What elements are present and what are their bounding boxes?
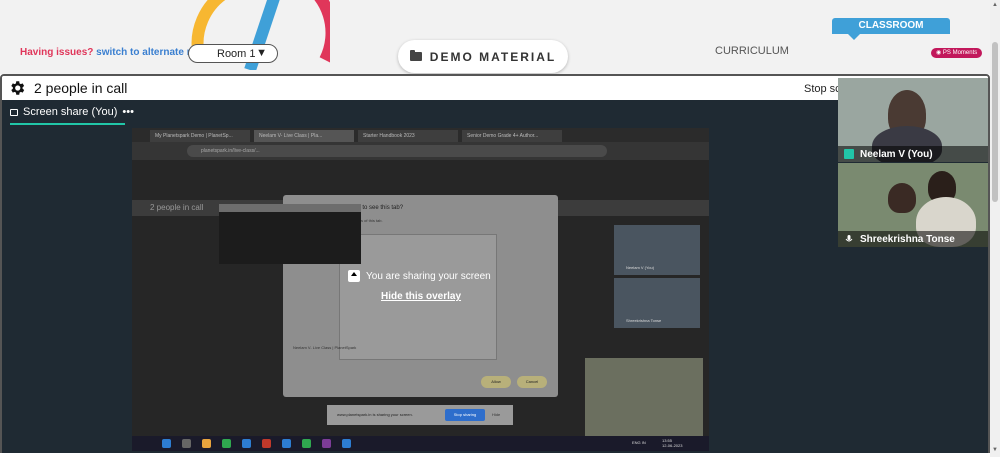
participant-video bbox=[888, 183, 916, 213]
room-select-value: Room 1 bbox=[217, 47, 256, 60]
teams-icon bbox=[322, 439, 331, 448]
issues-text: Having issues? bbox=[20, 47, 94, 58]
hide-overlay-link[interactable]: Hide this overlay bbox=[381, 291, 461, 302]
browser-tab: Neelam V- Live Class | Pla... bbox=[254, 130, 354, 142]
demo-material-label: DEMO MATERIAL bbox=[429, 49, 557, 64]
inner-webcam-preview bbox=[585, 358, 703, 436]
word-icon bbox=[282, 439, 291, 448]
camera-icon: ◉ bbox=[936, 50, 942, 56]
taskbar-clock: 13:55 12-06-2023 bbox=[662, 438, 682, 448]
top-bar: Having issues? switch to alternate room … bbox=[0, 0, 990, 74]
scroll-up-icon[interactable]: ▲ bbox=[992, 2, 998, 8]
gear-icon[interactable] bbox=[8, 79, 26, 97]
sharing-bar-message: www.planetspark.in is sharing your scree… bbox=[337, 412, 413, 417]
scroll-thumb[interactable] bbox=[992, 42, 998, 202]
bottom-strip bbox=[0, 453, 1000, 457]
sharing-overlay-message: You are sharing your screen bbox=[348, 270, 491, 282]
active-tab-underline bbox=[10, 123, 125, 125]
issues-notice: Having issues? switch to alternate room bbox=[20, 47, 212, 58]
inner-hide-link: Hide bbox=[492, 412, 501, 417]
chrome-sharing-bar: www.planetspark.in is sharing your scree… bbox=[327, 405, 513, 425]
mic-icon bbox=[845, 235, 853, 242]
inner-stop-sharing-button: Stop sharing bbox=[445, 409, 485, 421]
excel-icon bbox=[302, 439, 311, 448]
participant-name: Neelam V (You) bbox=[860, 148, 933, 160]
browser-tab: Starter Handbook 2023 bbox=[358, 130, 458, 142]
shared-screen: My Planetspark Demo | PlanetSp... Neelam… bbox=[132, 128, 709, 451]
browser-tab: My Planetspark Demo | PlanetSp... bbox=[150, 130, 250, 142]
inner-tile-label: Neelam V (You) bbox=[626, 265, 655, 270]
page-scrollbar[interactable]: ▲ ▼ bbox=[990, 0, 1000, 457]
start-icon bbox=[162, 439, 171, 448]
ps-moments-badge[interactable]: ◉ PS Moments bbox=[931, 48, 983, 58]
video-tile-self: Neelam V (You) bbox=[838, 78, 988, 162]
inner-call-title: 2 people in call bbox=[150, 203, 204, 212]
upload-icon bbox=[348, 270, 360, 282]
windows-taskbar: 13:55 12-06-2023 ENG IN bbox=[132, 436, 709, 451]
address-field: planetspark.in/live-class/... bbox=[187, 145, 607, 157]
tab-classroom[interactable]: CLASSROOM bbox=[832, 18, 950, 40]
classroom-page: Having issues? switch to alternate room … bbox=[0, 0, 1000, 457]
screen-share-tab-label: Screen share (You) bbox=[23, 106, 118, 118]
allow-button: Allow bbox=[481, 376, 511, 388]
more-options-icon[interactable]: ••• bbox=[122, 106, 134, 118]
demo-material-button[interactable]: DEMO MATERIAL bbox=[398, 40, 568, 73]
room-select[interactable]: Room 1 ▼ bbox=[188, 44, 278, 63]
monitor-icon bbox=[10, 108, 18, 116]
sharing-overlay bbox=[219, 212, 361, 264]
taskbar-language: ENG IN bbox=[632, 440, 646, 445]
outlook-icon bbox=[342, 439, 351, 448]
participant-name: Shreekrishna Tonse bbox=[860, 233, 955, 245]
browser-tab: Senior Demo Grade 4+ Author... bbox=[462, 130, 562, 142]
scroll-down-icon[interactable]: ▼ bbox=[992, 447, 998, 453]
edge-icon bbox=[242, 439, 251, 448]
folder-icon bbox=[409, 50, 422, 61]
search-icon bbox=[182, 439, 191, 448]
sharing-message: You are sharing your screen bbox=[366, 270, 491, 282]
taskbar-date: 12-06-2023 bbox=[662, 443, 683, 448]
ps-moments-label: PS Moments bbox=[942, 50, 978, 56]
inner-video-tile: Neelam V (You) bbox=[614, 225, 700, 275]
tile-name-bar: Shreekrishna Tonse bbox=[838, 231, 988, 247]
cancel-button: Cancel bbox=[517, 376, 547, 388]
call-title: 2 people in call bbox=[34, 80, 128, 96]
browser-tab-strip: My Planetspark Demo | PlanetSp... Neelam… bbox=[132, 128, 709, 142]
call-panel: 2 people in call Stop screen sharing ✕ P… bbox=[0, 74, 990, 457]
inner-tile-label: Shreekrishna Tonse bbox=[626, 318, 662, 323]
screen-share-tab[interactable]: Screen share (You) ••• bbox=[10, 106, 134, 118]
dialog-tab-label: Neelam V- Live Class | PlanetSpark bbox=[293, 345, 357, 350]
folder-icon bbox=[202, 439, 211, 448]
chrome-icon bbox=[222, 439, 231, 448]
browser-address-bar: planetspark.in/live-class/... bbox=[132, 142, 709, 160]
tab-curriculum[interactable]: CURRICULUM bbox=[715, 45, 789, 57]
app-icon bbox=[262, 439, 271, 448]
tile-name-bar: Neelam V (You) bbox=[838, 146, 988, 162]
caret-down-icon: ▼ bbox=[256, 47, 267, 59]
mic-icon bbox=[844, 149, 854, 159]
inner-video-tile: Shreekrishna Tonse bbox=[614, 278, 700, 328]
video-tile-remote: Shreekrishna Tonse bbox=[838, 163, 988, 247]
